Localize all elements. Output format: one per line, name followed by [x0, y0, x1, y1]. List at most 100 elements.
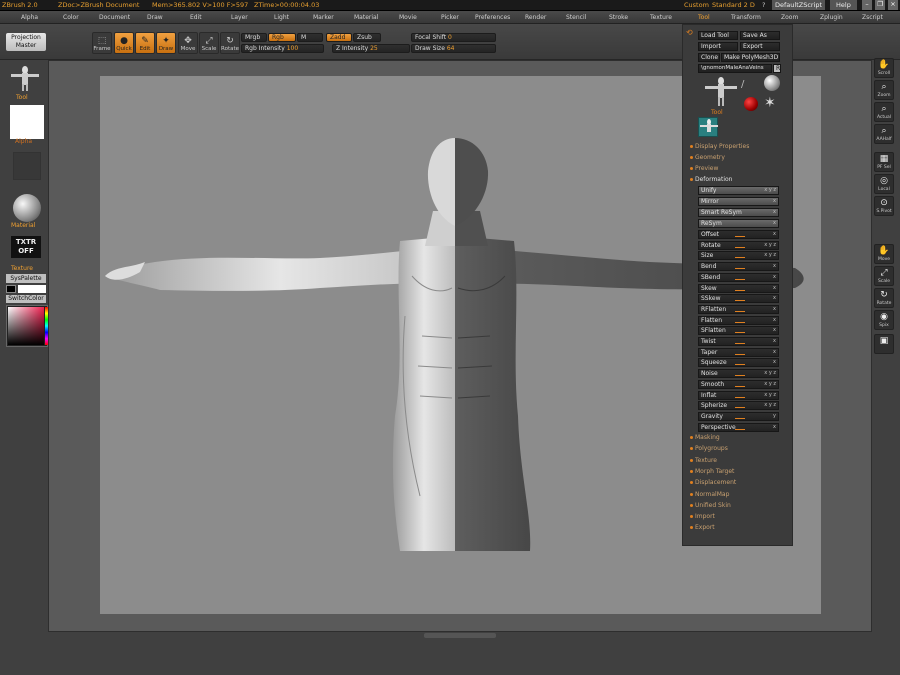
load-tool-button[interactable]: Load Tool [698, 31, 738, 40]
deform-mirror-button[interactable]: Mirror x [698, 197, 779, 206]
menu-light[interactable]: Light [274, 14, 289, 21]
axis-toggles[interactable]: x [773, 327, 776, 334]
axis-toggles[interactable]: y [773, 413, 776, 420]
menu-draw[interactable]: Draw [147, 14, 163, 21]
tool-thumbnail-icon[interactable] [10, 64, 40, 92]
menu-picker[interactable]: Picker [441, 14, 459, 21]
shelf-spix-button[interactable]: ◉ Spix [874, 310, 894, 330]
shelf-zoom-button[interactable]: ⌕ Zoom [874, 80, 894, 100]
deform-inflat-slider[interactable]: Inflat x y z [698, 390, 779, 400]
frame-button[interactable]: ⬚ Frame [92, 32, 112, 54]
material-sphere-icon[interactable] [13, 194, 41, 222]
axis-toggles[interactable]: x y z [764, 242, 776, 249]
section-deformation[interactable]: Deformation [689, 176, 732, 183]
deform-taper-slider[interactable]: Taper x [698, 347, 779, 357]
texture-off-button[interactable]: TXTR OFF [11, 236, 41, 258]
shelf-pf-sel-button[interactable]: ▦ PF Sel [874, 152, 894, 172]
axis-toggles[interactable]: x [773, 285, 776, 292]
deform-rotate-slider[interactable]: Rotate x y z [698, 240, 779, 250]
deform-noise-slider[interactable]: Noise x y z [698, 369, 779, 379]
clone-button[interactable]: Clone [698, 53, 720, 62]
axis-toggles[interactable]: x [773, 306, 776, 313]
section-export[interactable]: Export [690, 524, 715, 531]
section-preview[interactable]: Preview [689, 165, 718, 172]
menu-zplugin[interactable]: Zplugin [820, 14, 843, 21]
move-button[interactable]: ✥ Move [178, 32, 198, 54]
menu-edit[interactable]: Edit [190, 14, 202, 21]
rgb-intensity-slider[interactable]: Rgb Intensity 100 [241, 44, 324, 53]
menu-material[interactable]: Material [354, 14, 378, 21]
axis-toggles[interactable]: x [773, 338, 776, 345]
deform-sskew-slider[interactable]: SSkew x [698, 294, 779, 304]
focal-shift-slider[interactable]: Focal Shift 0 [411, 33, 496, 42]
deform-rflatten-slider[interactable]: RFlatten x [698, 304, 779, 314]
secondary-color-swatch[interactable] [18, 285, 46, 293]
shelf-local-button[interactable]: ◎ Local [874, 174, 894, 194]
rotate-button[interactable]: ↻ Rotate [220, 32, 240, 54]
alpha-swatch[interactable] [10, 105, 44, 139]
axis-toggles[interactable]: x y z [764, 381, 776, 388]
menu-stencil[interactable]: Stencil [566, 14, 586, 21]
section-displacement[interactable]: Displacement [689, 479, 736, 486]
shelf-s-pivot-button[interactable]: ⊙ S.Pivot [874, 196, 894, 216]
shelf-rotate-button[interactable]: ↻ Rotate [874, 288, 894, 308]
export-button[interactable]: Export [740, 42, 780, 51]
rgb-button[interactable]: Rgb [268, 33, 296, 42]
deform-smooth-slider[interactable]: Smooth x y z [698, 379, 779, 389]
deform-sbend-slider[interactable]: SBend x [698, 272, 779, 282]
scale-button[interactable]: ⤢ Scale [199, 32, 219, 54]
main-color-swatch[interactable] [6, 285, 16, 293]
section-masking[interactable]: Masking [690, 434, 720, 441]
shelf-actual-button[interactable]: ⌕ Actual [874, 102, 894, 122]
zadd-button[interactable]: Zadd [326, 33, 352, 42]
section-normalmap[interactable]: NormalMap [689, 491, 729, 498]
syspalette-button[interactable]: SysPalette [6, 274, 46, 283]
axis-toggles[interactable]: x [773, 424, 776, 431]
axis-toggles[interactable]: x y z [764, 392, 776, 399]
script-button[interactable]: DefaultZScript [772, 0, 826, 10]
switchcolor-button[interactable]: SwitchColor [6, 295, 46, 303]
help-button[interactable]: Help [830, 0, 857, 10]
axis-toggles[interactable]: x y z [764, 402, 776, 409]
shelf-move-button[interactable]: ✋ Move [874, 244, 894, 264]
question-button[interactable]: ? [762, 1, 765, 9]
section-display-properties[interactable]: Display Properties [689, 143, 749, 150]
shelf-camera-button[interactable]: ▣ [874, 334, 894, 354]
pen-tool-icon[interactable]: / [741, 79, 744, 90]
axis-toggles[interactable]: x [773, 349, 776, 356]
shelf-scale-button[interactable]: ⤢ Scale [874, 266, 894, 286]
custom-button[interactable]: Custom [684, 1, 709, 9]
deform-unify-button[interactable]: Unify x y z [698, 186, 779, 195]
axis-toggles[interactable]: x y z [764, 252, 776, 259]
refresh-icon[interactable]: ⟲ [686, 28, 693, 37]
draw-size-slider[interactable]: Draw Size 64 [411, 44, 496, 53]
deform-offset-slider[interactable]: Offset x [698, 230, 779, 239]
axis-toggles[interactable]: x [773, 274, 776, 281]
menu-movie[interactable]: Movie [399, 14, 417, 21]
axis-toggles[interactable]: x [773, 263, 776, 270]
menu-color[interactable]: Color [63, 14, 79, 21]
sphere3d-icon[interactable] [764, 75, 780, 91]
red-sphere-icon[interactable] [744, 97, 758, 111]
projection-master-button[interactable]: Projection Master [6, 33, 46, 51]
axis-toggles[interactable]: x y z [764, 370, 776, 377]
make-polymesh-button[interactable]: Make PolyMesh3D [721, 53, 780, 62]
section-geometry[interactable]: Geometry [690, 154, 725, 161]
current-tool-name[interactable]: \gnomonMaleAnaVeins [698, 64, 772, 73]
axis-toggles[interactable]: x [773, 359, 776, 366]
section-morph-target[interactable]: Morph Target [689, 468, 734, 475]
deform-size-slider[interactable]: Size x y z [698, 251, 779, 261]
zsub-button[interactable]: Zsub [353, 33, 381, 42]
axis-toggles[interactable]: x [773, 209, 776, 216]
deform-flatten-slider[interactable]: Flatten x [698, 315, 779, 325]
import-button[interactable]: Import [698, 42, 738, 51]
stencil-slot[interactable] [13, 152, 41, 180]
deform-twist-slider[interactable]: Twist x [698, 337, 779, 346]
menu-render[interactable]: Render [525, 14, 546, 21]
section-import[interactable]: Import [690, 513, 715, 520]
deform-skew-slider[interactable]: Skew x [698, 283, 779, 293]
quick-button[interactable]: ● Quick [114, 32, 134, 54]
menu-stroke[interactable]: Stroke [609, 14, 628, 21]
menu-texture[interactable]: Texture [650, 14, 672, 21]
deform-squeeze-slider[interactable]: Squeeze x [698, 358, 779, 368]
